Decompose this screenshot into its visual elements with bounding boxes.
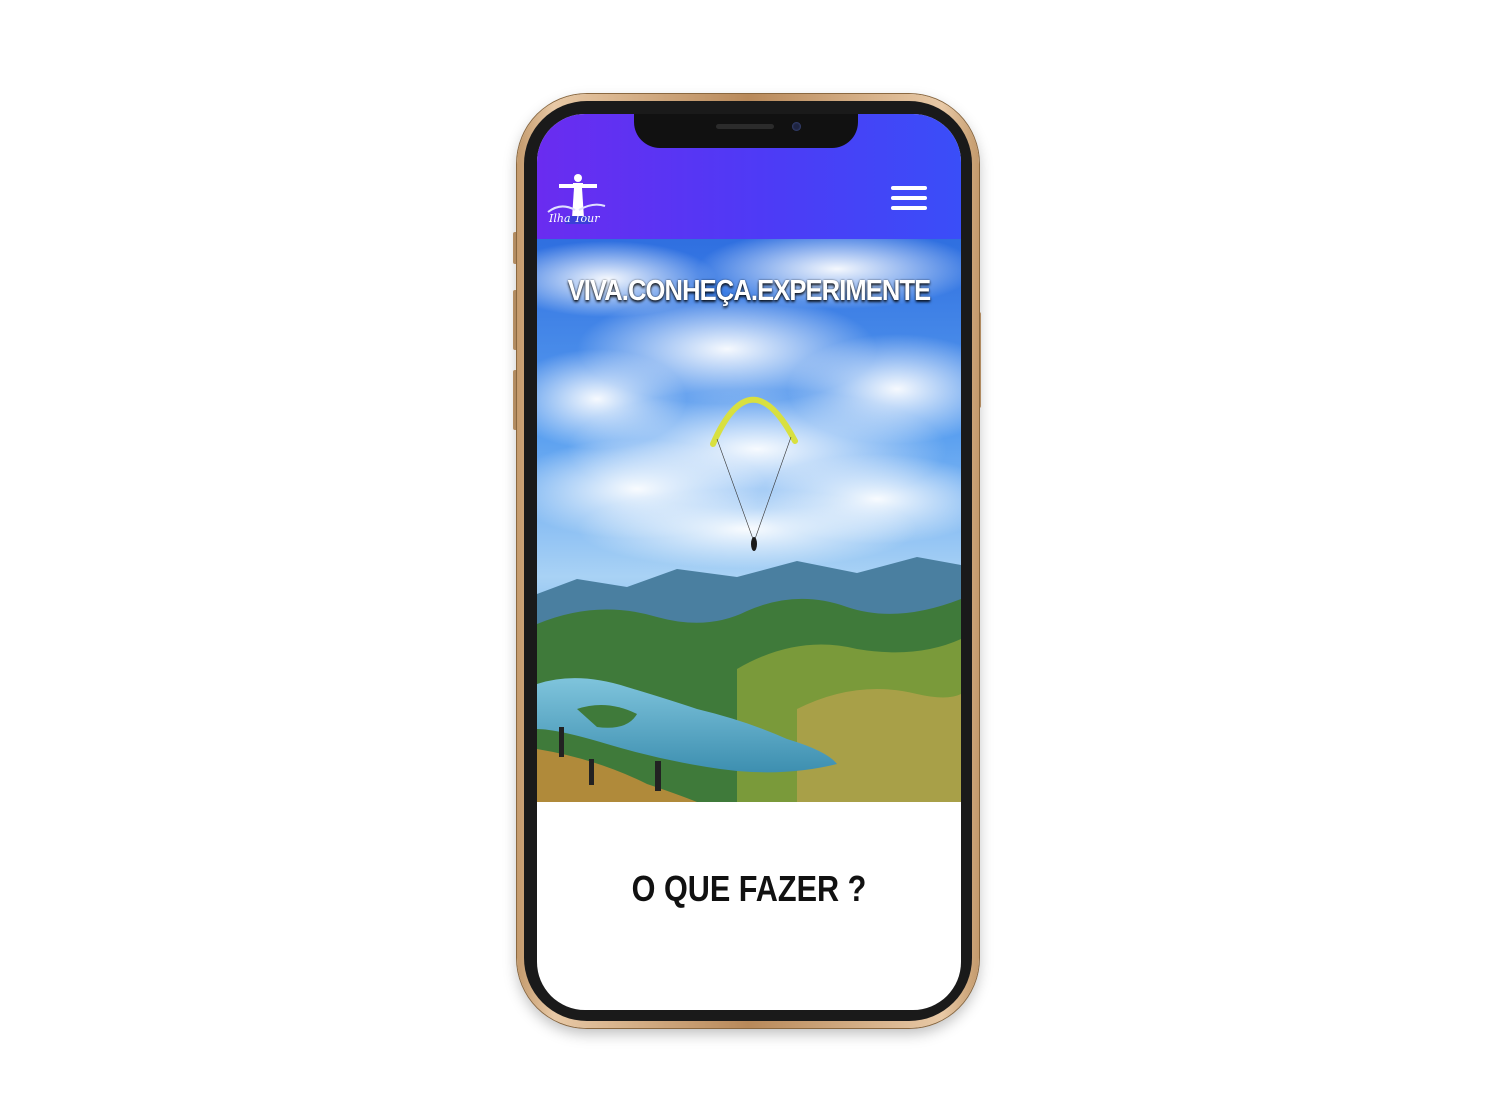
hero-banner: VIVA.CONHEÇA.EXPERIMENTE: [537, 239, 961, 802]
hero-title: VIVA.CONHEÇA.EXPERIMENTE: [567, 275, 932, 307]
hero-paraglider-image: [537, 239, 961, 802]
section-title: O QUE FAZER ?: [631, 868, 867, 909]
phone-notch: [634, 114, 858, 148]
mockup-stage: Ilha Tour VIVA.CONHEÇA.EXPERIMENTE O QUE…: [0, 0, 1494, 1120]
menu-line-icon: [891, 186, 927, 190]
cristo-redentor-logo-icon[interactable]: Ilha Tour: [545, 172, 607, 234]
speaker-grille: [716, 124, 774, 129]
menu-line-icon: [891, 196, 927, 200]
phone-screen: Ilha Tour VIVA.CONHEÇA.EXPERIMENTE O QUE…: [537, 114, 961, 1010]
front-camera-icon: [792, 122, 801, 131]
menu-line-icon: [891, 206, 927, 210]
logo-text: Ilha Tour: [548, 212, 600, 225]
hamburger-menu-button[interactable]: [891, 184, 929, 212]
